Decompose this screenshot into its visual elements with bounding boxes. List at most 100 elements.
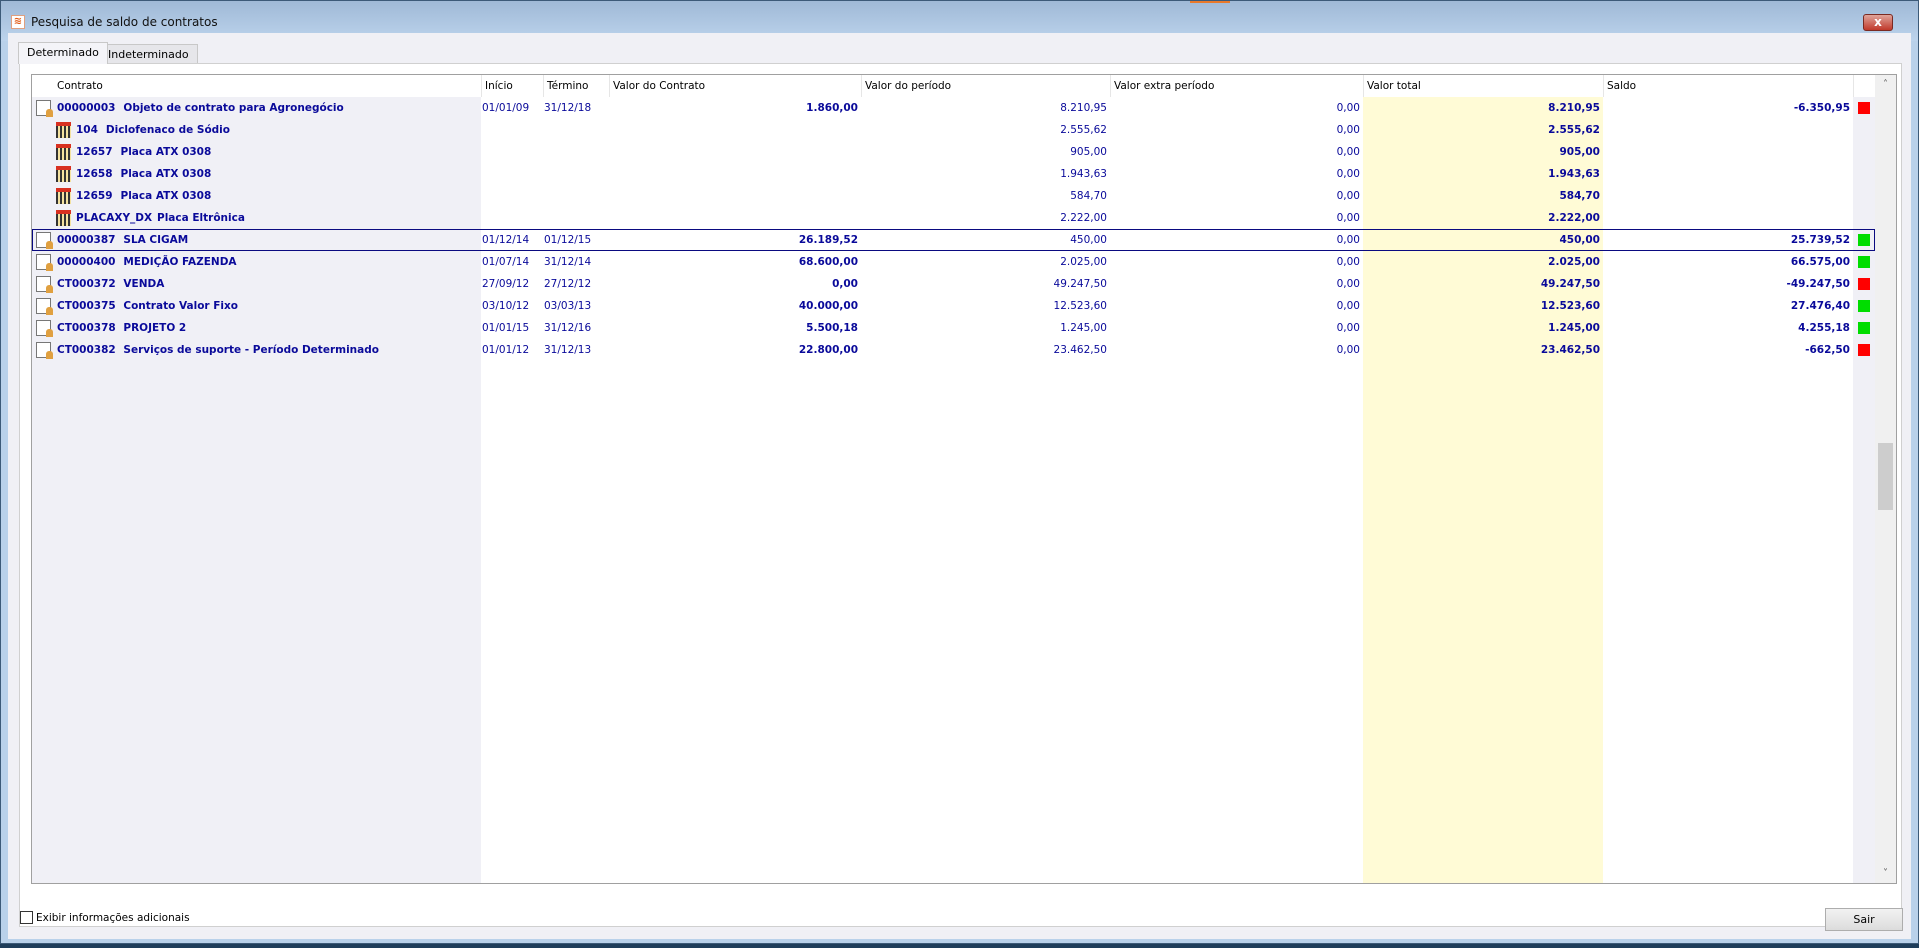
contract-row[interactable]: CT000378 PROJETO 2 01/01/15 31/12/16 5.500,1…: [32, 317, 1875, 339]
cell-valor-extra: 0,00: [1336, 300, 1360, 312]
row-code: 00000400: [57, 256, 116, 268]
cell-valor-extra: 0,00: [1336, 344, 1360, 356]
row-code: 00000387: [57, 234, 116, 246]
contract-icon: [36, 100, 53, 117]
vertical-scrollbar[interactable]: ˄ ˅: [1875, 75, 1896, 883]
contract-row[interactable]: CT000372 VENDA 27/09/12 27/12/12 0,00 49.247,…: [32, 273, 1875, 295]
cell-valor-contrato: 40.000,00: [798, 300, 858, 312]
row-name: Diclofenaco de Sódio: [105, 124, 230, 136]
cell-valor-contrato: [609, 185, 861, 207]
item-row[interactable]: 104 Diclofenaco de Sódio 2.555,62 0,00 2.555…: [32, 119, 1875, 141]
cell-saldo: -662,50: [1805, 344, 1850, 356]
cell-valor-total: 450,00: [1559, 234, 1600, 246]
header-valor-extra[interactable]: Valor extra período: [1110, 75, 1363, 97]
scroll-down-icon[interactable]: ˅: [1875, 868, 1896, 879]
cell-valor-total: 49.247,50: [1540, 278, 1600, 290]
cell-inicio: [481, 163, 543, 185]
product-icon: [56, 188, 71, 204]
row-name: Placa Eltrônica: [157, 212, 245, 224]
header-valor-total[interactable]: Valor total: [1363, 75, 1603, 97]
cell-valor-total: 584,70: [1559, 190, 1600, 202]
cell-valor-total: 1.245,00: [1548, 322, 1600, 334]
scroll-up-icon[interactable]: ˄: [1875, 79, 1896, 90]
item-row[interactable]: 12657 Placa ATX 0308 905,00 0,00 905,00: [32, 141, 1875, 163]
header-valor-periodo[interactable]: Valor do período: [861, 75, 1110, 97]
header-inicio[interactable]: Início: [481, 75, 543, 97]
cell-inicio: 01/07/14: [482, 256, 530, 268]
status-indicator-green: [1858, 256, 1870, 268]
cell-inicio: 01/01/12: [482, 344, 530, 356]
cell-valor-periodo: 49.247,50: [1053, 278, 1107, 290]
row-name: Serviços de suporte - Período Determinad…: [123, 344, 379, 356]
row-name: SLA CIGAM: [123, 234, 189, 246]
row-code: CT000378: [57, 322, 116, 334]
checkbox-box[interactable]: [20, 911, 33, 924]
cell-inicio: 01/12/14: [482, 234, 530, 246]
cell-termino: [543, 119, 609, 141]
cell-saldo: [1603, 141, 1853, 163]
cell-valor-periodo: 23.462,50: [1053, 344, 1107, 356]
cell-termino: 03/03/13: [544, 300, 592, 312]
window: ≋ Pesquisa de saldo de contratos x Deter…: [0, 0, 1919, 944]
contract-row[interactable]: 00000387 SLA CIGAM 01/12/14 01/12/15 26.189,…: [32, 229, 1875, 251]
cell-valor-extra: 0,00: [1336, 278, 1360, 290]
exit-button[interactable]: Sair: [1825, 908, 1903, 931]
cell-saldo: 66.575,00: [1790, 256, 1850, 268]
cell-valor-total: 12.523,60: [1540, 300, 1600, 312]
row-code: 104: [76, 124, 98, 136]
cell-valor-periodo: 1.943,63: [1060, 168, 1107, 180]
row-name: PROJETO 2: [123, 322, 187, 334]
header-valor-contrato[interactable]: Valor do Contrato: [609, 75, 861, 97]
cell-valor-periodo: 2.025,00: [1060, 256, 1107, 268]
cell-saldo: 4.255,18: [1798, 322, 1850, 334]
row-code: 12658: [76, 168, 113, 180]
cell-saldo: [1603, 185, 1853, 207]
contract-row[interactable]: 00000400 MEDIÇÃO FAZENDA 01/07/14 31/12/14 6…: [32, 251, 1875, 273]
row-code: 12657: [76, 146, 113, 158]
cell-valor-periodo: 8.210,95: [1060, 102, 1107, 114]
product-icon: [56, 144, 71, 160]
cell-saldo: -49.247,50: [1786, 278, 1850, 290]
cell-valor-contrato: [609, 207, 861, 229]
cell-saldo: [1603, 119, 1853, 141]
contract-icon: [36, 342, 53, 359]
cell-valor-extra: 0,00: [1336, 212, 1360, 224]
cell-saldo: [1603, 163, 1853, 185]
contract-row[interactable]: CT000382 Serviços de suporte - Período De…: [32, 339, 1875, 361]
item-row[interactable]: 12658 Placa ATX 0308 1.943,63 0,00 1.943,63: [32, 163, 1875, 185]
header-contrato[interactable]: Contrato: [54, 75, 481, 97]
cell-valor-total: 23.462,50: [1540, 344, 1600, 356]
cell-termino: [543, 185, 609, 207]
additional-info-checkbox[interactable]: Exibir informações adicionais: [20, 911, 190, 924]
contract-row[interactable]: 00000003 Objeto de contrato para Agronegó…: [32, 97, 1875, 119]
cell-saldo: 27.476,40: [1790, 300, 1850, 312]
item-row[interactable]: 12659 Placa ATX 0308 584,70 0,00 584,70: [32, 185, 1875, 207]
row-name: Placa ATX 0308: [120, 146, 212, 158]
close-button[interactable]: x: [1863, 14, 1893, 31]
cell-valor-periodo: 12.523,60: [1053, 300, 1107, 312]
cell-termino: 27/12/12: [544, 278, 592, 290]
scrollbar-thumb[interactable]: [1878, 443, 1893, 510]
cell-valor-contrato: 0,00: [832, 278, 858, 290]
cell-inicio: 03/10/12: [482, 300, 530, 312]
tab-indeterminado[interactable]: Indeterminado: [99, 44, 198, 64]
row-code: 12659: [76, 190, 113, 202]
header-termino[interactable]: Término: [543, 75, 609, 97]
row-code: CT000382: [57, 344, 116, 356]
tab-determinado[interactable]: Determinado: [18, 42, 108, 64]
product-icon: [56, 166, 71, 182]
contracts-grid[interactable]: Contrato Início Término Valor do Contrat…: [31, 74, 1897, 884]
contract-row[interactable]: CT000375 Contrato Valor Fixo 03/10/12 03/03…: [32, 295, 1875, 317]
product-icon: [56, 122, 71, 138]
row-name: Objeto de contrato para Agronegócio: [123, 102, 344, 114]
cell-valor-total: 1.943,63: [1548, 168, 1600, 180]
cell-valor-contrato: 1.860,00: [806, 102, 858, 114]
cell-termino: 31/12/14: [544, 256, 592, 268]
header-saldo[interactable]: Saldo: [1603, 75, 1853, 97]
cell-valor-extra: 0,00: [1336, 256, 1360, 268]
status-indicator-green: [1858, 322, 1870, 334]
status-indicator-red: [1858, 102, 1870, 114]
item-row[interactable]: PLACAXY_DX Placa Eltrônica 2.222,00 0,00 2.2…: [32, 207, 1875, 229]
contract-icon: [36, 276, 53, 293]
row-name: Placa ATX 0308: [120, 168, 212, 180]
